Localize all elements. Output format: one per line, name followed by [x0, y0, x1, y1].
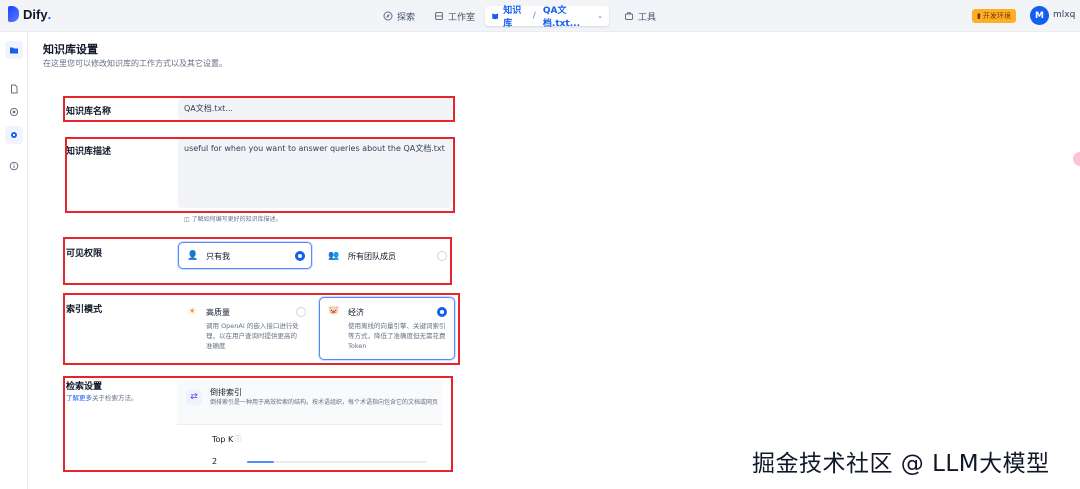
chevron-down-icon: ⌄ [597, 12, 603, 20]
folder-icon [10, 47, 18, 54]
target-icon [9, 107, 19, 117]
nav-knowledge[interactable]: 知识库 / QA文档.txt... ⌄ [485, 3, 609, 29]
logo-mark-icon [8, 6, 19, 22]
gear-icon [11, 132, 17, 138]
user-chevron-down-icon[interactable]: ⌄ [1070, 10, 1077, 19]
nav-studio[interactable]: 工作室 [428, 6, 481, 26]
sidebar-item-hit-testing[interactable] [5, 103, 23, 121]
description-hint[interactable]: ◫ 了解如何编写更好的知识库描述。 [184, 214, 282, 223]
dify-logo[interactable]: Dify. [8, 6, 51, 22]
document-icon [11, 84, 18, 94]
env-badge-icon: ▮ [977, 12, 981, 20]
dataset-sidebar [0, 32, 28, 489]
user-avatar[interactable]: M [1030, 6, 1049, 25]
highlight-box-index-mode [63, 293, 460, 365]
highlight-box-permission [63, 237, 452, 285]
nav-tools[interactable]: 工具 [618, 6, 662, 26]
description-hint-label: 了解如何编写更好的知识库描述。 [191, 216, 282, 223]
sidebar-dataset-folder[interactable] [5, 41, 23, 59]
top-nav-bar: Dify. 探索 工作室 知识库 / QA文档.txt... ⌄ 工具 ▮ 开发… [0, 0, 1080, 32]
page-subtitle: 在这里您可以修改知识库的工作方式以及其它设置。 [43, 59, 227, 68]
brand-name: Dify [23, 6, 48, 22]
toolbox-icon [625, 12, 633, 20]
compass-icon [383, 11, 393, 21]
sidebar-item-settings[interactable] [5, 126, 23, 144]
nav-slash-divider: / [532, 11, 536, 21]
watermark: 掘金技术社区 @ LLM大模型 [752, 451, 1050, 477]
edge-floating-dot[interactable] [1073, 152, 1080, 166]
nav-knowledge-label: 知识库 [503, 6, 522, 29]
info-icon [9, 161, 19, 171]
book-icon [492, 13, 499, 20]
nav-studio-label: 工作室 [448, 12, 476, 23]
studio-icon [435, 12, 443, 20]
brand-suffix: . [47, 6, 52, 22]
nav-explore-label: 探索 [397, 12, 416, 23]
app-root: Dify. 探索 工作室 知识库 / QA文档.txt... ⌄ 工具 ▮ 开发… [0, 0, 1080, 489]
env-badge: ▮ 开发环境 [972, 9, 1016, 23]
current-dataset-selector[interactable]: QA文档.txt... [543, 3, 593, 29]
highlight-box-name [63, 96, 455, 122]
sidebar-item-documents[interactable] [5, 80, 23, 98]
book-open-icon: ◫ [184, 216, 190, 223]
highlight-box-description [65, 137, 455, 213]
nav-explore[interactable]: 探索 [377, 6, 421, 26]
highlight-box-retrieval [63, 376, 453, 472]
page-title: 知识库设置 [43, 43, 98, 56]
env-badge-label: 开发环境 [982, 12, 1011, 20]
nav-tools-label: 工具 [638, 12, 657, 23]
sidebar-item-help[interactable] [5, 157, 23, 175]
